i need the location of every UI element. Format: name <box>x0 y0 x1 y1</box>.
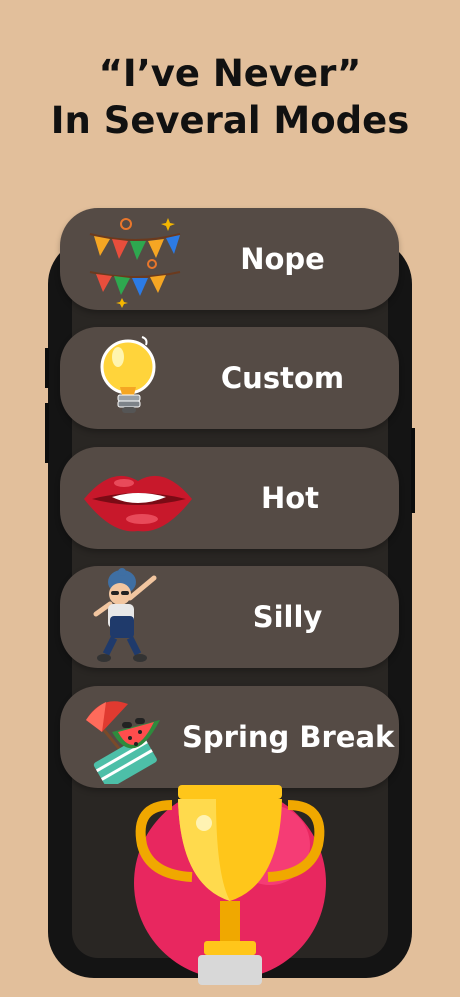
trophy-icon <box>134 785 326 985</box>
party-bunting-icon <box>89 218 181 308</box>
mode-label-hot: Hot <box>260 481 320 515</box>
mode-card-hot[interactable]: Hot <box>60 447 399 549</box>
lips-icon <box>84 475 192 532</box>
headline-line-1: “I’ve Never” <box>98 52 362 95</box>
mode-label-silly: Silly <box>252 600 323 634</box>
mode-card-nope[interactable]: Nope <box>60 208 399 310</box>
mode-label-custom: Custom <box>220 361 345 395</box>
mode-card-silly[interactable]: Silly <box>60 566 399 668</box>
mode-label-nope: Nope <box>240 242 325 276</box>
dabbing-kid-icon <box>93 568 157 662</box>
light-bulb-icon <box>100 336 156 413</box>
mode-card-custom[interactable]: Custom <box>60 327 399 429</box>
headline-line-2: In Several Modes <box>50 99 410 142</box>
